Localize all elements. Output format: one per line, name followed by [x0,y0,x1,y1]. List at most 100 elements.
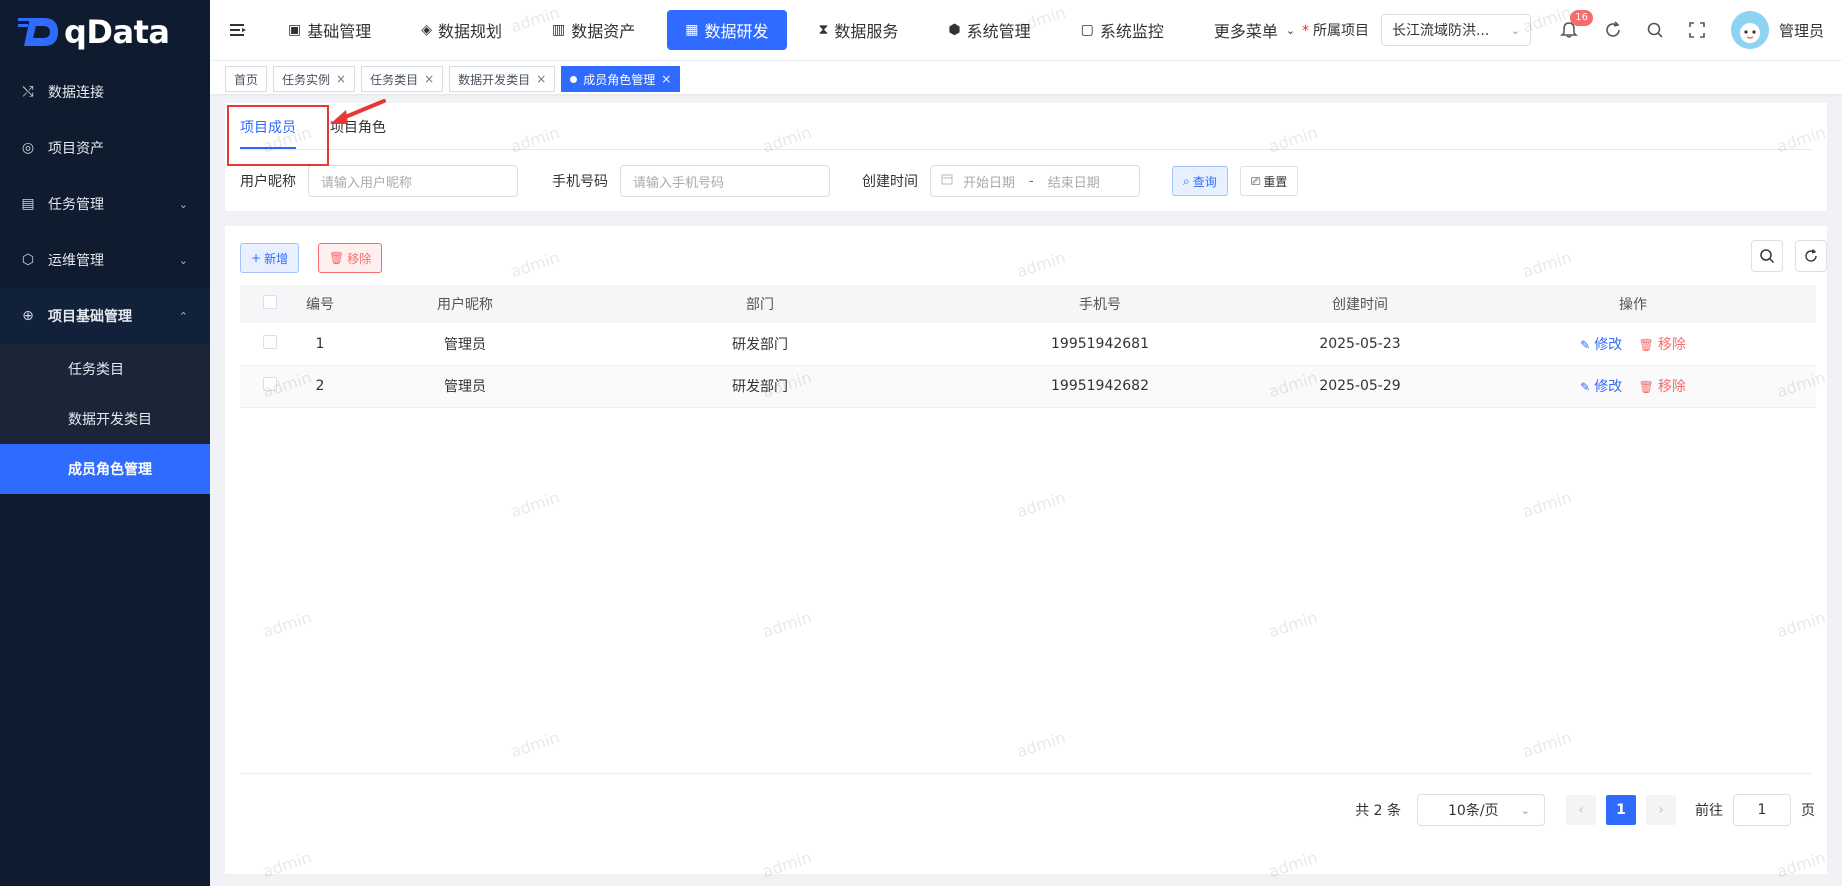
tag-label: 任务实例 [282,72,331,87]
top-right-area: * 所属项目 长江流域防洪... ⌄ 16 管理员 [1302,0,1842,60]
tag-home[interactable]: 首页 [225,66,268,92]
row-select-cell [240,365,300,408]
add-label: 新增 [264,251,289,266]
sidebar-item-ops-mgmt[interactable]: ⬡ 运维管理 ⌄ [0,232,210,288]
sidebar-subitem-label: 成员角色管理 [68,462,152,478]
nav-system-mgmt[interactable]: ⬢ 系统管理 [930,10,1048,50]
sidebar-item-data-connect[interactable]: ⤭ 数据连接 [0,64,210,120]
remove-member-button[interactable]: 🗑 移除 [318,243,383,273]
sidebar-item-task-mgmt[interactable]: ▤ 任务管理 ⌄ [0,176,210,232]
sidebar-subitem-task-category[interactable]: 任务类目 [0,344,210,394]
goto-page-input[interactable]: 1 [1733,794,1791,826]
shuffle-icon: ⤭ [22,84,34,100]
bell-icon[interactable]: 16 [1557,10,1593,42]
page-suffix: 页 [1801,803,1815,819]
tag-member-role[interactable]: 成员角色管理 × [561,66,681,92]
chevron-down-icon: ⌄ [1520,803,1530,817]
close-icon[interactable]: × [536,72,546,86]
project-select-value: 长江流域防洪... [1391,23,1490,39]
project-select[interactable]: 长江流域防洪... ⌄ [1380,14,1531,46]
row-checkbox[interactable] [263,377,277,391]
nav-label: 数据资产 [571,22,636,41]
username[interactable]: 管理员 [1779,20,1824,41]
edit-label: 修改 [1594,379,1623,395]
table-row: 1 管理员 研发部门 19951942681 2025-05-23 ✎ 修改 🗑 移… [240,323,1816,366]
search-icon [1760,249,1775,264]
edit-button[interactable]: ✎ 修改 [1580,337,1622,353]
phone-input[interactable]: 请输入手机号码 [620,165,830,197]
tag-task-category[interactable]: 任务类目 × [361,66,444,92]
sidebar-subitem-member-role[interactable]: 成员角色管理 [0,444,210,494]
nav-label: 更多菜单 [1213,22,1278,41]
page-number-button[interactable]: 1 [1606,795,1636,825]
chevron-left-icon: ‹ [1578,802,1584,818]
remove-button[interactable]: 🗑 移除 [1639,337,1686,353]
collapse-menu-icon[interactable] [228,20,248,40]
calendar-icon [941,173,953,189]
layers-icon: ◈ [421,22,433,38]
cell-created: 2025-05-29 [1270,365,1450,408]
tag-label: 任务类目 [370,72,419,87]
next-page-button[interactable]: › [1646,795,1676,825]
search-icon[interactable] [1643,18,1667,42]
window-icon: ▦ [685,22,699,38]
start-date-input[interactable]: 开始日期 [963,172,1015,191]
close-icon[interactable]: × [336,72,346,86]
nav-data-service[interactable]: ⧗ 数据服务 [801,10,917,50]
page-size-select[interactable]: 10条/页 ⌄ [1417,794,1545,826]
cell-dept: 研发部门 [590,365,930,408]
close-icon[interactable]: × [661,72,671,86]
project-label-text: 所属项目 [1312,23,1369,39]
end-date-input[interactable]: 结束日期 [1048,172,1100,191]
sidebar-subitem-label: 数据开发类目 [68,412,152,428]
edit-button[interactable]: ✎ 修改 [1580,379,1622,395]
refresh-table-button[interactable] [1795,240,1827,272]
refresh-icon[interactable] [1601,18,1625,42]
nav-label: 数据规划 [438,22,503,41]
tabs-divider [240,149,1812,150]
prev-page-button[interactable]: ‹ [1566,795,1596,825]
toggle-search-button[interactable] [1751,240,1783,272]
pagination: 共 2 条 10条/页 ⌄ ‹ 1 › 前往 1 页 [1355,794,1815,826]
sidebar-item-label: 任务管理 [48,197,104,213]
nickname-label: 用户昵称 [240,174,296,190]
nav-label: 系统管理 [966,22,1031,41]
search-icon: ⌕ [1183,173,1190,188]
avatar[interactable] [1730,11,1769,49]
reset-button[interactable]: ⎚ 重置 [1239,166,1299,196]
tag-dev-category[interactable]: 数据开发类目 × [449,66,556,92]
sidebar-item-label: 项目基础管理 [48,309,132,325]
nav-data-dev[interactable]: ▦ 数据研发 [667,10,787,50]
table-row: 2 管理员 研发部门 19951942682 2025-05-29 ✎ 修改 🗑 移… [240,365,1816,408]
sidebar-item-label: 运维管理 [48,253,104,269]
nickname-input[interactable]: 请输入用户昵称 [308,165,518,197]
sidebar-item-project-assets[interactable]: ◎ 项目资产 [0,120,210,176]
add-member-button[interactable]: + 新增 [240,243,300,273]
row-checkbox[interactable] [263,334,277,349]
nav-data-planning[interactable]: ◈ 数据规划 [403,10,520,50]
nav-basic-mgmt[interactable]: ▣ 基础管理 [270,10,389,50]
required-star: * [1301,23,1309,39]
notification-badge: 16 [1570,10,1593,26]
fullscreen-icon[interactable] [1685,18,1709,42]
tag-task-instance[interactable]: 任务实例 × [273,66,356,92]
sidebar-subitem-dev-category[interactable]: 数据开发类目 [0,394,210,444]
date-range-picker[interactable]: 开始日期 - 结束日期 [930,165,1140,197]
chevron-right-icon: › [1658,802,1664,818]
sidebar-item-project-base[interactable]: ⊕ 项目基础管理 ⌃ [0,288,210,344]
logo[interactable]: qData [0,0,210,64]
query-button[interactable]: ⌕ 查询 [1172,166,1228,196]
trash-icon: 🗑 [329,251,345,265]
nav-system-monitor[interactable]: ▢ 系统监控 [1063,10,1182,50]
tags-view-bar: 首页 任务实例 × 任务类目 × 数据开发类目 × 成员角色管理 × [210,60,1842,94]
trash-icon: 🗑 [1638,380,1654,394]
nav-data-assets[interactable]: ▥ 数据资产 [534,10,653,50]
close-icon[interactable]: × [424,72,434,86]
tag-label: 首页 [234,72,259,87]
tag-label: 成员角色管理 [583,72,656,87]
nav-more-menu[interactable]: 更多菜单 ⌄ [1196,10,1313,50]
sidebar: qData ⤭ 数据连接 ◎ 项目资产 ▤ 任务管理 ⌄ ⬡ 运维管理 ⌄ ⊕ … [0,0,210,886]
cell-phone: 19951942682 [930,365,1270,408]
select-all-checkbox[interactable] [263,295,277,309]
remove-button[interactable]: 🗑 移除 [1639,379,1686,395]
